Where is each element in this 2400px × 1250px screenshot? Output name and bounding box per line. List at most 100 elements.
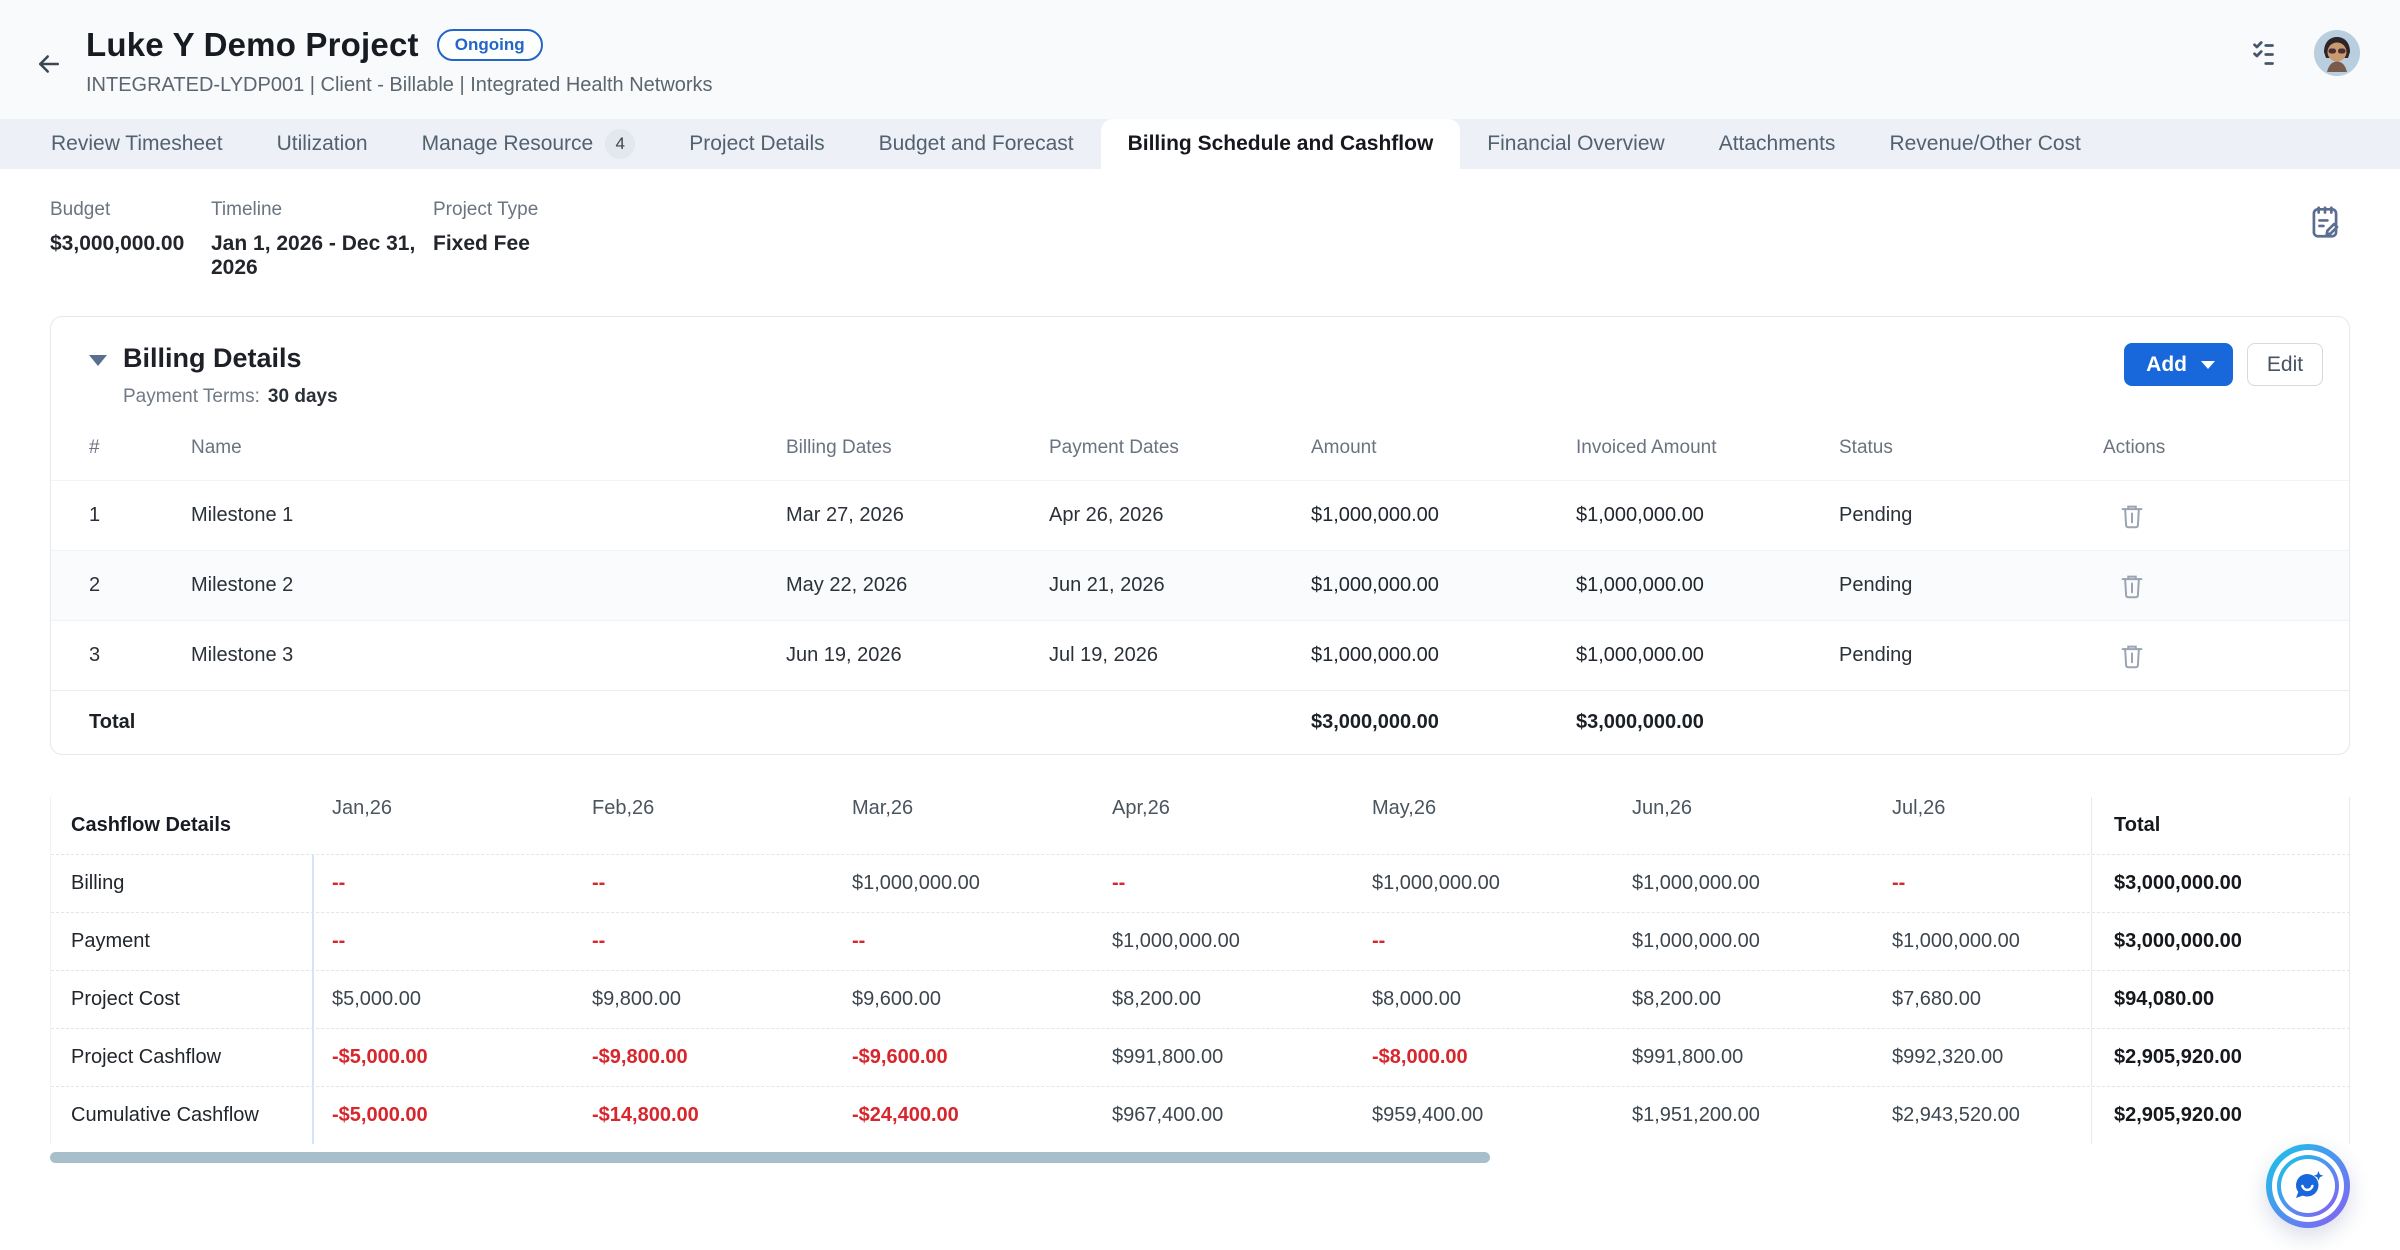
cashflow-total-value: $2,905,920.00 bbox=[2091, 1029, 2350, 1086]
month-header: Mar,26 bbox=[832, 797, 1092, 854]
cashflow-value: -$5,000.00 bbox=[312, 1029, 572, 1086]
table-row: 1Milestone 1Mar 27, 2026Apr 26, 2026$1,0… bbox=[51, 480, 2349, 550]
month-header: Apr,26 bbox=[1092, 797, 1352, 854]
cashflow-row: Billing----$1,000,000.00--$1,000,000.00$… bbox=[51, 854, 2350, 912]
tab-manage-resource[interactable]: Manage Resource4 bbox=[395, 119, 663, 169]
tab-budget-and-forecast[interactable]: Budget and Forecast bbox=[852, 119, 1101, 169]
tab-attachments[interactable]: Attachments bbox=[1692, 119, 1863, 169]
tab-label: Manage Resource bbox=[422, 132, 594, 156]
cashflow-value: $7,680.00 bbox=[1872, 971, 2091, 1028]
cashflow-row: Project Cost$5,000.00$9,800.00$9,600.00$… bbox=[51, 970, 2350, 1028]
cashflow-value: $1,000,000.00 bbox=[1872, 913, 2091, 970]
cashflow-value: $1,000,000.00 bbox=[832, 855, 1092, 912]
cashflow-total-header: Total bbox=[2091, 797, 2350, 854]
cashflow-row-label: Project Cost bbox=[51, 971, 312, 1028]
meta-budget: Budget $3,000,000.00 bbox=[50, 199, 211, 280]
budget-value: $3,000,000.00 bbox=[50, 232, 211, 256]
tab-bar: Review TimesheetUtilizationManage Resour… bbox=[0, 119, 2400, 169]
cashflow-row: Cumulative Cashflow-$5,000.00-$14,800.00… bbox=[51, 1086, 2350, 1144]
cashflow-value: $991,800.00 bbox=[1612, 1029, 1872, 1086]
notes-button[interactable] bbox=[2306, 203, 2344, 244]
ai-assistant-button[interactable] bbox=[2266, 1144, 2350, 1228]
main-content: Budget $3,000,000.00 Timeline Jan 1, 202… bbox=[0, 169, 2400, 1164]
cashflow-total-value: $94,080.00 bbox=[2091, 971, 2350, 1028]
tab-utilization[interactable]: Utilization bbox=[250, 119, 395, 169]
col-invoiced-amount: Invoiced Amount bbox=[1576, 437, 1839, 459]
clipboard-edit-icon bbox=[2306, 203, 2344, 241]
col-amount: Amount bbox=[1311, 437, 1576, 459]
cashflow-total-value: $3,000,000.00 bbox=[2091, 855, 2350, 912]
cashflow-total-value: $3,000,000.00 bbox=[2091, 913, 2350, 970]
back-button[interactable] bbox=[34, 34, 64, 97]
fab-core bbox=[2281, 1159, 2335, 1213]
tab-revenue-other-cost[interactable]: Revenue/Other Cost bbox=[1862, 119, 2107, 169]
month-header: Jul,26 bbox=[1872, 797, 2091, 854]
billing-table-header: # Name Billing Dates Payment Dates Amoun… bbox=[51, 416, 2349, 480]
billing-details-title: Billing Details bbox=[123, 343, 302, 374]
edit-button[interactable]: Edit bbox=[2247, 343, 2323, 386]
cashflow-value: $8,200.00 bbox=[1092, 971, 1352, 1028]
budget-label: Budget bbox=[50, 199, 211, 221]
billing-table-body: 1Milestone 1Mar 27, 2026Apr 26, 2026$1,0… bbox=[51, 480, 2349, 690]
payment-date: Jul 19, 2026 bbox=[1049, 644, 1311, 667]
row-number: 1 bbox=[89, 504, 191, 527]
cashflow-value: $9,600.00 bbox=[832, 971, 1092, 1028]
cashflow-value: $1,000,000.00 bbox=[1092, 913, 1352, 970]
cashflow-value: $1,000,000.00 bbox=[1612, 913, 1872, 970]
cashflow-value: $967,400.00 bbox=[1092, 1087, 1352, 1144]
amount: $1,000,000.00 bbox=[1311, 504, 1576, 527]
cashflow-value: -- bbox=[1092, 855, 1352, 912]
delete-row-button[interactable] bbox=[2117, 571, 2147, 601]
breadcrumb: INTEGRATED-LYDP001 | Client - Billable |… bbox=[86, 74, 713, 97]
tab-financial-overview[interactable]: Financial Overview bbox=[1460, 119, 1691, 169]
cashflow-value: $8,200.00 bbox=[1612, 971, 1872, 1028]
billing-date: Jun 19, 2026 bbox=[786, 644, 1049, 667]
cashflow-value: $991,800.00 bbox=[1092, 1029, 1352, 1086]
cashflow-title: Cashflow Details bbox=[51, 797, 312, 854]
fab-ring bbox=[2272, 1150, 2344, 1222]
tab-review-timesheet[interactable]: Review Timesheet bbox=[24, 119, 250, 169]
tab-label: Revenue/Other Cost bbox=[1889, 132, 2080, 156]
invoiced-amount: $1,000,000.00 bbox=[1576, 644, 1839, 667]
meta-project-type: Project Type Fixed Fee bbox=[433, 199, 538, 280]
month-header: Jun,26 bbox=[1612, 797, 1872, 854]
billing-total-row: Total $3,000,000.00 $3,000,000.00 bbox=[51, 690, 2349, 754]
delete-row-button[interactable] bbox=[2117, 641, 2147, 671]
payment-date: Apr 26, 2026 bbox=[1049, 504, 1311, 527]
tab-label: Billing Schedule and Cashflow bbox=[1128, 132, 1434, 156]
status: Pending bbox=[1839, 644, 2103, 667]
actions-cell bbox=[2103, 641, 2349, 671]
cashflow-value: -$9,600.00 bbox=[832, 1029, 1092, 1086]
cashflow-value: -- bbox=[572, 913, 832, 970]
timeline-label: Timeline bbox=[211, 199, 433, 221]
collapse-caret-icon[interactable] bbox=[89, 355, 107, 366]
tab-label: Project Details bbox=[689, 132, 824, 156]
cashflow-value: $1,000,000.00 bbox=[1612, 855, 1872, 912]
tab-label: Attachments bbox=[1719, 132, 1836, 156]
cashflow-value: -- bbox=[1352, 913, 1612, 970]
status: Pending bbox=[1839, 574, 2103, 597]
month-header: May,26 bbox=[1352, 797, 1612, 854]
avatar[interactable] bbox=[2314, 30, 2360, 76]
cashflow-value: $1,000,000.00 bbox=[1352, 855, 1612, 912]
total-label: Total bbox=[89, 711, 191, 734]
status-badge: Ongoing bbox=[437, 29, 543, 61]
horizontal-scrollbar-thumb[interactable] bbox=[50, 1152, 1490, 1163]
table-row: 3Milestone 3Jun 19, 2026Jul 19, 2026$1,0… bbox=[51, 620, 2349, 690]
tab-project-details[interactable]: Project Details bbox=[662, 119, 851, 169]
milestone-name: Milestone 1 bbox=[191, 504, 786, 527]
avatar-image bbox=[2314, 30, 2360, 76]
project-type-value: Fixed Fee bbox=[433, 232, 538, 256]
cashflow-row-label: Cumulative Cashflow bbox=[51, 1087, 312, 1144]
milestone-name: Milestone 3 bbox=[191, 644, 786, 667]
meta-timeline: Timeline Jan 1, 2026 - Dec 31, 2026 bbox=[211, 199, 433, 280]
tasks-button[interactable] bbox=[2250, 35, 2286, 71]
tab-billing-schedule-and-cashflow[interactable]: Billing Schedule and Cashflow bbox=[1101, 119, 1461, 169]
add-button[interactable]: Add bbox=[2124, 343, 2233, 386]
month-header: Feb,26 bbox=[572, 797, 832, 854]
delete-row-button[interactable] bbox=[2117, 501, 2147, 531]
amount: $1,000,000.00 bbox=[1311, 644, 1576, 667]
cashflow-value: -- bbox=[832, 913, 1092, 970]
billing-date: Mar 27, 2026 bbox=[786, 504, 1049, 527]
cashflow-value: $5,000.00 bbox=[312, 971, 572, 1028]
